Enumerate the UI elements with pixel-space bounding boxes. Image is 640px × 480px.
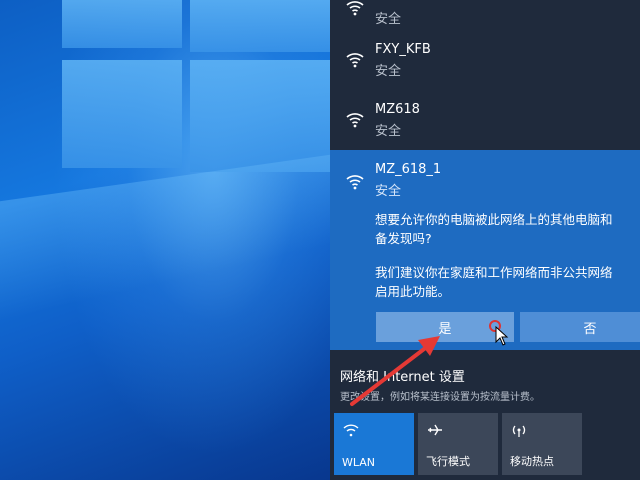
window-logo-pane bbox=[190, 60, 330, 172]
wifi-icon bbox=[346, 175, 364, 190]
window-logo-pane bbox=[190, 0, 330, 52]
discovery-prompt-line: 想要允许你的电脑被此网络上的其他电脑和 bbox=[375, 212, 613, 227]
network-ssid: FXY_KFB bbox=[375, 42, 431, 57]
network-item-mz-618-1-expanded[interactable]: MZ_618_1 安全 想要允许你的电脑被此网络上的其他电脑和 备发现吗? 我们… bbox=[330, 150, 640, 350]
network-item-fxy-kfb[interactable]: FXY_KFB 安全 bbox=[330, 38, 640, 88]
network-security-label: 安全 bbox=[375, 12, 402, 27]
window-logo-pane bbox=[62, 0, 182, 48]
no-button[interactable]: 否 bbox=[520, 312, 640, 342]
discovery-advice-line: 启用此功能。 bbox=[375, 284, 451, 299]
network-ssid: MZ_618_1 bbox=[375, 162, 442, 177]
network-item[interactable]: 安全 bbox=[330, 0, 640, 36]
airplane-icon bbox=[428, 424, 442, 436]
network-ssid: MZ618 bbox=[375, 102, 420, 117]
network-flyout: 安全 FXY_KFB 安全 MZ618 安全 MZ_618_1 安全 想要允许你… bbox=[330, 0, 640, 480]
wifi-icon bbox=[343, 424, 359, 437]
wifi-icon bbox=[346, 53, 364, 68]
mouse-cursor-icon bbox=[495, 326, 509, 346]
desktop-wallpaper bbox=[0, 0, 330, 480]
network-security-label: 安全 bbox=[375, 64, 402, 79]
tile-label: WLAN bbox=[342, 456, 376, 469]
discovery-advice-line: 我们建议你在家庭和工作网络而非公共网络 bbox=[375, 265, 613, 280]
tile-label: 飞行模式 bbox=[426, 455, 470, 468]
window-logo-pane bbox=[62, 60, 182, 168]
wlan-toggle[interactable]: WLAN bbox=[334, 413, 414, 475]
wifi-icon bbox=[346, 1, 364, 16]
tile-label: 移动热点 bbox=[510, 455, 554, 468]
wifi-icon bbox=[346, 113, 364, 128]
airplane-mode-toggle[interactable]: 飞行模式 bbox=[418, 413, 498, 475]
mobile-hotspot-toggle[interactable]: 移动热点 bbox=[502, 413, 582, 475]
hotspot-icon bbox=[512, 425, 526, 437]
discovery-prompt-line: 备发现吗? bbox=[375, 231, 432, 246]
network-security-label: 安全 bbox=[375, 124, 402, 139]
network-security-label: 安全 bbox=[375, 184, 402, 199]
network-settings-link[interactable]: 网络和 Internet 设置 bbox=[340, 366, 465, 385]
network-item-mz618[interactable]: MZ618 安全 bbox=[330, 98, 640, 148]
network-settings-description: 更改设置，例如将某连接设置为按流量计费。 bbox=[340, 392, 540, 403]
